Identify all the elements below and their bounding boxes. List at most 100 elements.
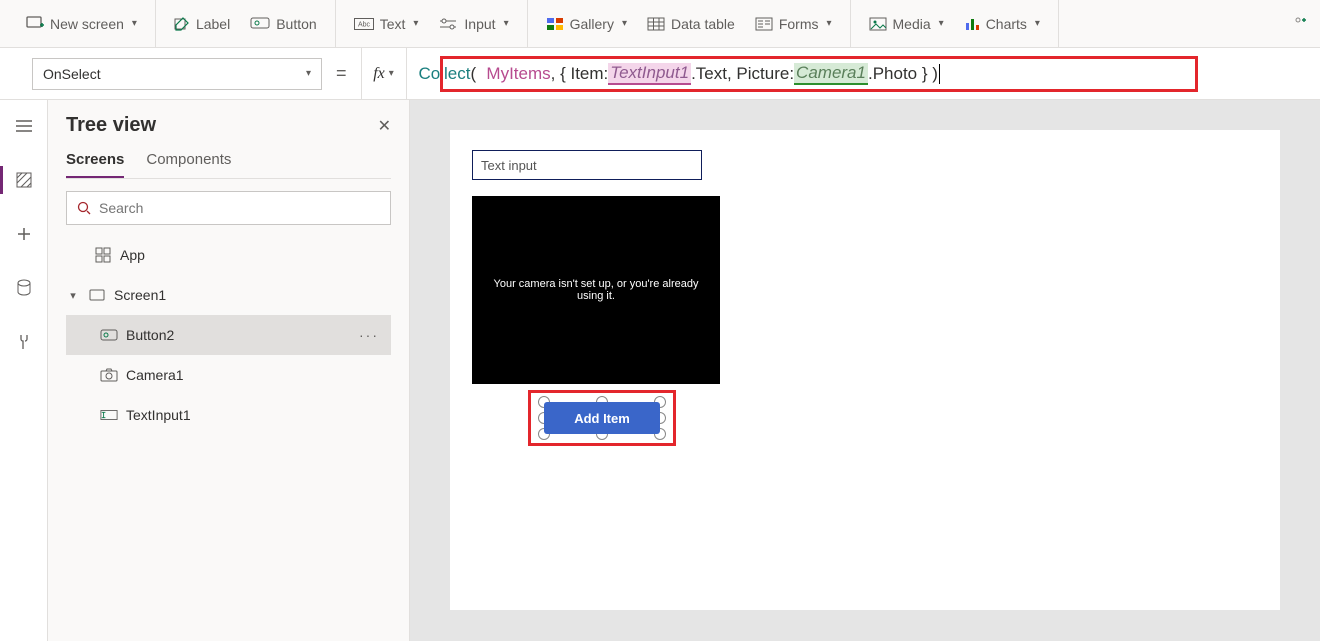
insert-datatable-button[interactable]: Data table bbox=[641, 12, 741, 36]
formula-collection: MyItems bbox=[486, 64, 550, 84]
insert-input-button[interactable]: Input ▾ bbox=[432, 12, 514, 36]
ribbon: New screen ▾ Label Button Abc Text ▾ bbox=[0, 0, 1320, 48]
chevron-down-icon: ▾ bbox=[826, 18, 831, 29]
rail-insert-icon[interactable] bbox=[8, 218, 40, 250]
tree-item-label: Screen1 bbox=[114, 287, 166, 303]
screen-icon bbox=[88, 289, 106, 301]
close-icon[interactable]: ✕ bbox=[378, 116, 391, 136]
insert-text-button[interactable]: Abc Text ▾ bbox=[348, 12, 425, 36]
tree-item-camera1[interactable]: Camera1 bbox=[66, 355, 391, 395]
tree-view-panel: Tree view ✕ Screens Components App ▾ bbox=[48, 100, 410, 641]
fx-label: fx bbox=[373, 65, 385, 83]
chevron-down-icon: ▾ bbox=[622, 18, 627, 29]
property-name: OnSelect bbox=[43, 66, 101, 82]
control-camera[interactable]: Your camera isn't set up, or you're alre… bbox=[472, 196, 720, 384]
formula-sep1: , { Item: bbox=[551, 64, 609, 84]
screen-plus-icon bbox=[26, 16, 44, 32]
chevron-down-icon: ▾ bbox=[306, 68, 311, 79]
forms-icon bbox=[755, 17, 773, 31]
tree-item-label: TextInput1 bbox=[126, 407, 191, 423]
new-screen-button[interactable]: New screen ▾ bbox=[20, 12, 143, 36]
rail-hamburger-icon[interactable] bbox=[8, 110, 40, 142]
insert-label-text: Label bbox=[196, 16, 230, 32]
tab-screens[interactable]: Screens bbox=[66, 151, 124, 178]
chevron-down-icon: ▾ bbox=[389, 68, 394, 79]
insert-button-button[interactable]: Button bbox=[244, 12, 322, 36]
more-icon[interactable]: ··· bbox=[359, 327, 379, 343]
tree-tabs: Screens Components bbox=[66, 151, 391, 179]
camera-icon bbox=[100, 368, 118, 382]
insert-gallery-button[interactable]: Gallery ▾ bbox=[540, 12, 633, 36]
text-cursor bbox=[939, 64, 940, 84]
insert-forms-label: Forms bbox=[779, 16, 819, 32]
svg-text:Abc: Abc bbox=[358, 21, 371, 28]
charts-icon bbox=[964, 17, 980, 31]
textinput-icon bbox=[100, 409, 118, 421]
formula-fn: Collect bbox=[419, 64, 471, 84]
datatable-icon bbox=[647, 17, 665, 31]
insert-forms-button[interactable]: Forms ▾ bbox=[749, 12, 838, 36]
formula-open: ( bbox=[470, 64, 476, 84]
tree-item-label: Camera1 bbox=[126, 367, 184, 383]
tree-item-textinput1[interactable]: TextInput1 bbox=[66, 395, 391, 435]
control-button-selected[interactable]: Add Item bbox=[544, 402, 660, 434]
selection-handles: Add Item bbox=[538, 396, 666, 440]
insert-input-label: Input bbox=[464, 16, 495, 32]
input-slider-icon bbox=[438, 17, 458, 31]
tree-view-title: Tree view bbox=[66, 114, 156, 137]
canvas-screen[interactable]: Text input Your camera isn't set up, or … bbox=[450, 130, 1280, 610]
main-area: Tree view ✕ Screens Components App ▾ bbox=[0, 100, 1320, 641]
insert-charts-button[interactable]: Charts ▾ bbox=[958, 12, 1046, 36]
chevron-down-icon: ▾ bbox=[413, 18, 418, 29]
tree-search-input[interactable] bbox=[99, 200, 380, 216]
textinput-placeholder: Text input bbox=[481, 158, 537, 173]
chevron-down-icon: ▾ bbox=[939, 18, 944, 29]
insert-button-text: Button bbox=[276, 16, 316, 32]
property-selector[interactable]: OnSelect ▾ bbox=[32, 58, 322, 90]
left-rail bbox=[0, 100, 48, 641]
tree-item-button2[interactable]: Button2 ··· bbox=[66, 315, 391, 355]
camera-message: Your camera isn't set up, or you're alre… bbox=[482, 278, 710, 302]
chevron-down-icon: ▾ bbox=[504, 18, 509, 29]
control-textinput[interactable]: Text input bbox=[472, 150, 702, 180]
insert-label-button[interactable]: Label bbox=[168, 12, 236, 36]
tree-item-label: App bbox=[120, 247, 145, 263]
formula-input[interactable]: Collect( MyItems, { Item: TextInput1.Tex… bbox=[407, 48, 1320, 100]
gallery-icon bbox=[546, 17, 564, 31]
tree-item-app[interactable]: App bbox=[66, 235, 391, 275]
button-icon bbox=[250, 17, 270, 31]
canvas-area: Text input Your camera isn't set up, or … bbox=[410, 100, 1320, 641]
ribbon-overflow-icon[interactable] bbox=[1294, 16, 1312, 32]
rail-treeview-icon[interactable] bbox=[8, 164, 40, 196]
equals-sign: = bbox=[322, 63, 361, 84]
rail-data-icon[interactable] bbox=[8, 272, 40, 304]
insert-datatable-label: Data table bbox=[671, 16, 735, 32]
label-edit-icon bbox=[174, 16, 190, 32]
insert-media-button[interactable]: Media ▾ bbox=[863, 12, 950, 36]
media-image-icon bbox=[869, 17, 887, 31]
tree-search[interactable] bbox=[66, 191, 391, 225]
tree-item-screen1[interactable]: ▾ Screen1 bbox=[66, 275, 391, 315]
formula-prop2: .Photo } ) bbox=[868, 64, 938, 84]
text-abc-icon: Abc bbox=[354, 18, 374, 30]
formula-prop1: .Text, Picture: bbox=[691, 64, 794, 84]
insert-gallery-label: Gallery bbox=[570, 16, 614, 32]
button-label: Add Item bbox=[574, 411, 630, 426]
search-icon bbox=[77, 201, 91, 215]
formula-var-textinput: TextInput1 bbox=[608, 63, 691, 85]
chevron-down-icon: ▾ bbox=[132, 18, 137, 29]
chevron-down-icon[interactable]: ▾ bbox=[66, 289, 80, 302]
fx-button[interactable]: fx ▾ bbox=[361, 48, 407, 100]
insert-text-label: Text bbox=[380, 16, 406, 32]
formula-var-camera: Camera1 bbox=[794, 63, 868, 85]
tab-components[interactable]: Components bbox=[146, 151, 231, 178]
button-icon bbox=[100, 329, 118, 341]
button-face[interactable]: Add Item bbox=[544, 402, 660, 434]
rail-tools-icon[interactable] bbox=[8, 326, 40, 358]
tree-items: App ▾ Screen1 Button2 ··· Camer bbox=[66, 235, 391, 641]
formula-bar: OnSelect ▾ = fx ▾ Collect( MyItems, { It… bbox=[0, 48, 1320, 100]
app-grid-icon bbox=[94, 247, 112, 263]
chevron-down-icon: ▾ bbox=[1035, 18, 1040, 29]
tree-item-label: Button2 bbox=[126, 327, 174, 343]
insert-media-label: Media bbox=[893, 16, 931, 32]
